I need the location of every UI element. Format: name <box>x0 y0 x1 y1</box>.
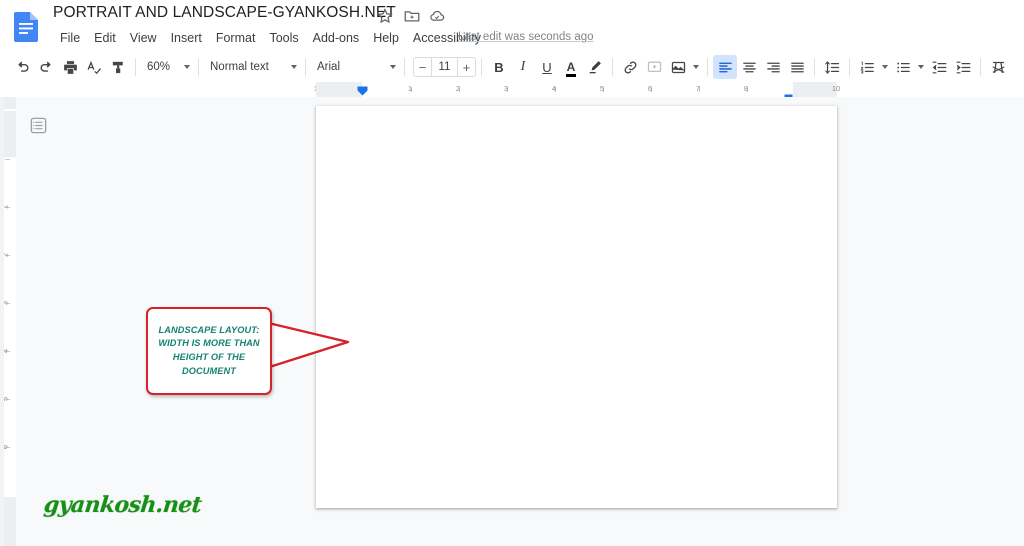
toolbar-divider <box>980 58 981 76</box>
font-family-dropdown[interactable]: Arial <box>311 56 399 78</box>
chevron-down-icon <box>693 65 699 69</box>
toolbar-divider <box>814 58 815 76</box>
menu-item-tools[interactable]: Tools <box>262 28 305 48</box>
clear-formatting-icon[interactable] <box>986 55 1010 79</box>
callout-text: LANDSCAPE LAYOUT: WIDTH IS MORE THAN HEI… <box>158 324 260 376</box>
text-color-button[interactable]: A <box>559 55 583 79</box>
ruler-number: 3 <box>503 84 509 93</box>
document-page-landscape[interactable] <box>316 106 837 508</box>
zoom-level-dropdown[interactable]: 60% <box>141 56 193 78</box>
menu-bar: File Edit View Insert Format Tools Add-o… <box>53 28 488 48</box>
text-color-label: A <box>565 60 576 77</box>
toolbar-divider <box>849 58 850 76</box>
chevron-down-icon <box>184 65 190 69</box>
ruler-number: 7 <box>695 84 701 93</box>
horizontal-ruler-track[interactable]: 1 2 3 4 5 6 7 8 <box>316 82 837 102</box>
toolbar-divider <box>404 58 405 76</box>
bold-label: B <box>494 59 504 75</box>
print-icon[interactable] <box>58 55 82 79</box>
font-size-input[interactable]: 11 <box>431 58 458 76</box>
star-icon[interactable] <box>376 7 394 25</box>
site-watermark: gyankosh.net <box>42 492 203 518</box>
undo-icon[interactable] <box>10 55 34 79</box>
ruler-number: 2 <box>455 84 461 93</box>
callout-annotation: LANDSCAPE LAYOUT: WIDTH IS MORE THAN HEI… <box>146 307 351 403</box>
numbered-list-icon[interactable] <box>855 55 879 79</box>
redo-icon[interactable] <box>34 55 58 79</box>
align-center-icon[interactable] <box>737 55 761 79</box>
title-bar: PORTRAIT AND LANDSCAPE-GYANKOSH.NET File… <box>0 0 1024 52</box>
left-margin-region <box>316 82 362 97</box>
ruler-number: 10 <box>831 84 841 93</box>
zoom-level-value: 60% <box>147 61 171 73</box>
document-canvas[interactable]: LANDSCAPE LAYOUT: WIDTH IS MORE THAN HEI… <box>16 97 1024 546</box>
menu-item-help[interactable]: Help <box>366 28 406 48</box>
chevron-down-icon <box>918 65 924 69</box>
menu-item-format[interactable]: Format <box>209 28 263 48</box>
add-comment-icon[interactable] <box>642 55 666 79</box>
bulleted-list-dropdown[interactable] <box>915 56 927 78</box>
ruler-number: 1 <box>407 84 413 93</box>
chevron-down-icon <box>390 65 396 69</box>
line-spacing-icon[interactable] <box>820 55 844 79</box>
formatting-toolbar: 60% Normal text Arial − 11 + B I U A <box>0 52 1024 82</box>
ruler-number: 4 <box>551 84 557 93</box>
document-outline-icon[interactable] <box>24 111 52 139</box>
paragraph-style-dropdown[interactable]: Normal text <box>204 56 300 78</box>
increase-indent-icon[interactable] <box>951 55 975 79</box>
decrease-indent-icon[interactable] <box>927 55 951 79</box>
menu-item-view[interactable]: View <box>123 28 164 48</box>
underline-label: U <box>542 59 552 75</box>
numbered-list-dropdown[interactable] <box>879 56 891 78</box>
menu-item-insert[interactable]: Insert <box>164 28 209 48</box>
spellcheck-icon[interactable] <box>82 55 106 79</box>
menu-item-file[interactable]: File <box>53 28 87 48</box>
ruler-number: 5 <box>599 84 605 93</box>
toolbar-divider <box>612 58 613 76</box>
font-size-increase-button[interactable]: + <box>458 58 475 76</box>
right-indent-marker-icon[interactable] <box>784 89 793 102</box>
google-docs-logo-icon[interactable] <box>12 10 42 42</box>
insert-image-dropdown[interactable] <box>690 56 702 78</box>
font-size-stepper: − 11 + <box>413 57 476 77</box>
bulleted-list-icon[interactable] <box>891 55 915 79</box>
document-title[interactable]: PORTRAIT AND LANDSCAPE-GYANKOSH.NET <box>53 4 396 22</box>
last-edit-status[interactable]: Last edit was seconds ago <box>458 31 594 43</box>
paragraph-style-value: Normal text <box>210 61 269 73</box>
align-left-icon[interactable] <box>713 55 737 79</box>
cloud-saved-icon[interactable] <box>428 7 446 25</box>
chevron-down-icon <box>291 65 297 69</box>
italic-label: I <box>520 59 526 74</box>
right-margin-region <box>793 82 837 97</box>
toolbar-divider <box>135 58 136 76</box>
font-size-decrease-button[interactable]: − <box>414 58 431 76</box>
underline-button[interactable]: U <box>535 55 559 79</box>
left-indent-marker-icon[interactable] <box>357 83 368 96</box>
toolbar-divider <box>707 58 708 76</box>
font-family-value: Arial <box>317 61 341 73</box>
callout-box: LANDSCAPE LAYOUT: WIDTH IS MORE THAN HEI… <box>146 307 272 395</box>
ruler-number: 6 <box>647 84 653 93</box>
ruler-number: 8 <box>743 84 749 93</box>
horizontal-ruler[interactable]: 1 1 2 3 4 5 6 7 8 10 <box>0 82 1024 102</box>
toolbar-divider <box>481 58 482 76</box>
highlight-pen-icon[interactable] <box>583 55 607 79</box>
align-justify-icon[interactable] <box>785 55 809 79</box>
toolbar-divider <box>198 58 199 76</box>
insert-image-icon[interactable] <box>666 55 690 79</box>
menu-item-add-ons[interactable]: Add-ons <box>306 28 367 48</box>
menu-item-edit[interactable]: Edit <box>87 28 123 48</box>
vertical-scrollbar[interactable] <box>0 97 4 546</box>
paint-format-icon[interactable] <box>106 55 130 79</box>
toolbar-divider <box>305 58 306 76</box>
chevron-down-icon <box>882 65 888 69</box>
bold-button[interactable]: B <box>487 55 511 79</box>
italic-button[interactable]: I <box>511 55 535 79</box>
insert-link-icon[interactable] <box>618 55 642 79</box>
align-right-icon[interactable] <box>761 55 785 79</box>
move-to-folder-icon[interactable] <box>403 7 421 25</box>
